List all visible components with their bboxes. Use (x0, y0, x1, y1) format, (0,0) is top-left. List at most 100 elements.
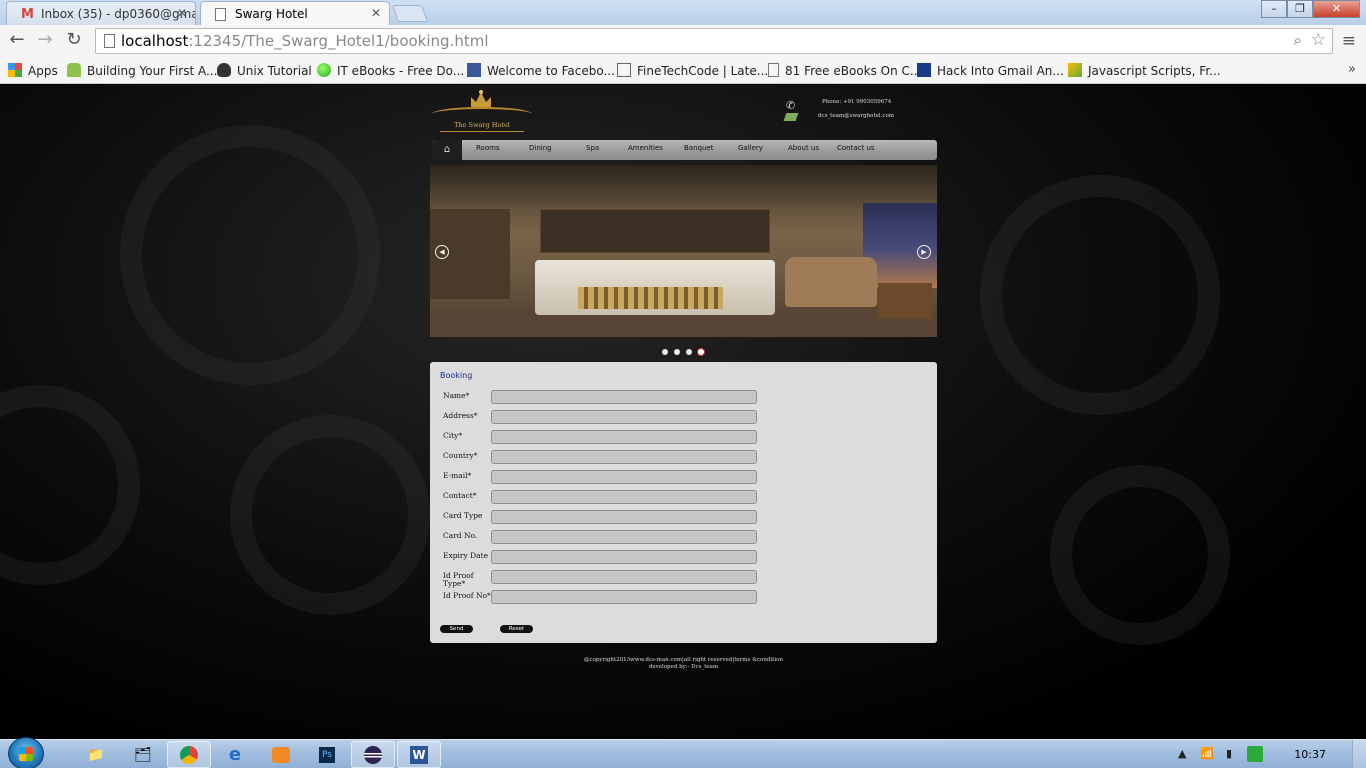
id-proof-type-row: Id Proof Type* (443, 570, 763, 588)
eclipse-icon[interactable] (351, 741, 395, 768)
slide-floor (430, 313, 937, 337)
network-icon[interactable]: 📶 (1200, 747, 1214, 760)
bookmark-item[interactable]: 81 Free eBooks On C... (768, 63, 921, 78)
battery-icon[interactable]: ▮ (1226, 747, 1232, 760)
id-proof-type-label: Id Proof Type* (443, 571, 474, 588)
bookmark-star-icon[interactable]: ☆ (1311, 30, 1326, 50)
address-field[interactable] (491, 410, 757, 424)
page-icon (104, 34, 115, 48)
gmail-icon: M (21, 7, 34, 22)
address-bar[interactable]: localhost:12345/The_Swarg_Hotel1/booking… (95, 28, 1333, 54)
more-bookmarks-icon[interactable]: » (1348, 62, 1356, 77)
back-button[interactable]: ← (6, 29, 28, 50)
tab-title: Swarg Hotel (235, 7, 308, 21)
bookmark-item[interactable]: FineTechCode | Late... (617, 63, 768, 78)
menu-item-dining[interactable]: Dining (529, 144, 552, 152)
reset-button[interactable]: Reset (500, 625, 533, 633)
name-field[interactable] (491, 390, 757, 404)
explorer-icon[interactable]: 📁 (74, 741, 118, 768)
bookmark-item[interactable]: Hack Into Gmail An... (917, 63, 1064, 78)
country-row: Country* (443, 450, 763, 464)
slider-dot-active[interactable] (698, 349, 704, 355)
media-player-icon[interactable] (259, 741, 303, 768)
logo-text: The Swarg Hotel (454, 121, 510, 129)
slider-dot[interactable] (662, 349, 668, 355)
word-icon[interactable]: W (397, 741, 441, 768)
email-field[interactable] (491, 470, 757, 484)
contact-label: Contact* (443, 491, 477, 500)
chrome-icon[interactable] (167, 741, 211, 768)
card-type-field[interactable] (491, 510, 757, 524)
bookmark-apps[interactable]: Apps (8, 63, 58, 78)
contact-row: Contact* (443, 490, 763, 504)
windows-logo-icon (19, 747, 33, 761)
browser-toolbar: ← → ↻ localhost:12345/The_Swarg_Hotel1/b… (0, 25, 1366, 58)
hotel-logo[interactable]: The Swarg Hotel (432, 89, 532, 132)
booking-title: Booking (440, 371, 473, 380)
clock[interactable]: 10:37 (1294, 748, 1326, 761)
bookmark-item[interactable]: Unix Tutorial (217, 63, 312, 78)
menu-item-rooms[interactable]: Rooms (476, 144, 500, 152)
contact-field[interactable] (491, 490, 757, 504)
background-pattern (980, 175, 1220, 415)
show-desktop-button[interactable] (1352, 740, 1366, 768)
expiry-date-field[interactable] (491, 550, 757, 564)
menu-item-spa[interactable]: Spa (586, 144, 599, 152)
show-hidden-icons[interactable]: ▲ (1178, 747, 1186, 760)
reload-button[interactable]: ↻ (63, 29, 85, 50)
slider-prev-icon[interactable]: ◀ (435, 245, 449, 259)
tab-gmail[interactable]: M Inbox (35) - dp0360@gma ✕ (6, 1, 196, 25)
email-address[interactable]: dcs_team@swarghotel.com (818, 113, 894, 119)
slide-headboard (540, 209, 770, 253)
tab-strip: M Inbox (35) - dp0360@gma ✕ Swarg Hotel … (0, 0, 1366, 25)
background-pattern (230, 415, 430, 615)
tab-swarg-hotel[interactable]: Swarg Hotel ✕ (200, 1, 390, 25)
slider-dot[interactable] (686, 349, 692, 355)
main-menu: ⌂ Rooms Dining Spa Amenities Banquet Gal… (432, 140, 937, 160)
send-button[interactable]: Send (440, 625, 473, 633)
slider-dot[interactable] (674, 349, 680, 355)
mail-icon (783, 113, 799, 121)
menu-item-gallery[interactable]: Gallery (738, 144, 763, 152)
menu-item-amenities[interactable]: Amenities (628, 144, 663, 152)
ie-icon[interactable]: e (213, 741, 257, 768)
new-tab-button[interactable] (391, 5, 429, 22)
phone-number: Phone: +91 9903059674 (822, 99, 892, 105)
forward-button[interactable]: → (34, 29, 56, 50)
expiry-date-row: Expiry Date (443, 550, 763, 564)
address-label: Address* (443, 411, 478, 420)
close-tab-icon[interactable]: ✕ (371, 6, 381, 20)
minimize-button[interactable]: – (1261, 0, 1287, 18)
booking-form: Booking Name* Address* City* Country* E-… (430, 362, 937, 643)
bookmark-item[interactable]: IT eBooks - Free Do... (317, 63, 464, 78)
name-row: Name* (443, 390, 763, 404)
close-window-button[interactable]: ✕ (1313, 0, 1360, 18)
country-field[interactable] (491, 450, 757, 464)
photoshop-icon[interactable]: Ps (305, 741, 349, 768)
city-label: City* (443, 431, 463, 440)
home-icon[interactable]: ⌂ (432, 140, 462, 160)
menu-item-banquet[interactable]: Banquet (684, 144, 713, 152)
start-button[interactable] (8, 737, 44, 768)
slide-armchair (785, 257, 877, 307)
slider-next-icon[interactable]: ▶ (917, 245, 931, 259)
bookmark-item[interactable]: Welcome to Facebo... (467, 63, 615, 78)
menu-item-contact-us[interactable]: Contact us (837, 144, 875, 152)
menu-item-about-us[interactable]: About us (788, 144, 819, 152)
maximize-button[interactable]: ❐ (1287, 0, 1313, 18)
id-proof-number-field[interactable] (491, 590, 757, 604)
background-pattern (1050, 465, 1230, 645)
page-icon (768, 63, 779, 77)
bookmark-item[interactable]: Javascript Scripts, Fr... (1068, 63, 1221, 78)
sync-icon[interactable] (1247, 746, 1263, 762)
close-tab-icon[interactable]: ✕ (177, 6, 187, 20)
developer-credit: developed by:- Dcs_team (648, 664, 719, 670)
bookmark-item[interactable]: Building Your First A... (67, 63, 217, 78)
folders-icon[interactable]: 🗂 (121, 741, 165, 768)
search-icon[interactable]: ⌕ (1294, 31, 1302, 49)
city-field[interactable] (491, 430, 757, 444)
chrome-menu-icon[interactable]: ≡ (1342, 31, 1356, 51)
windows-taskbar: 📁 🗂 e Ps W ▲ 📶 ▮ 10:37 (0, 737, 1366, 768)
id-proof-type-field[interactable] (491, 570, 757, 584)
card-number-field[interactable] (491, 530, 757, 544)
